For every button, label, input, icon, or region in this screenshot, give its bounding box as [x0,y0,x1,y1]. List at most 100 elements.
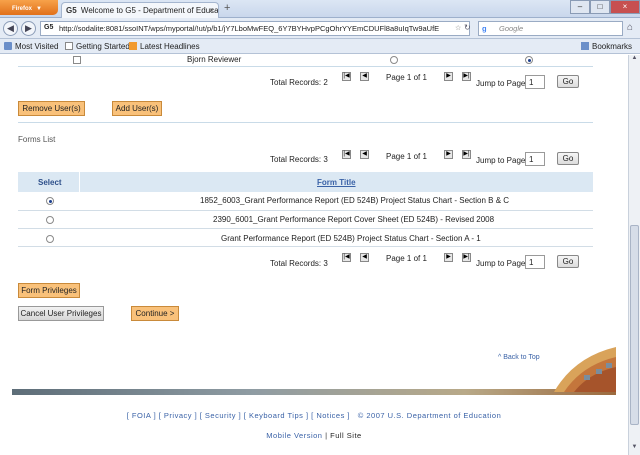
back-to-top-link[interactable]: ^ Back to Top [498,354,540,361]
back-icon[interactable]: ◀ [3,21,18,36]
search-placeholder: Google [499,24,524,33]
google-icon: g [482,24,487,33]
bookmarks-toolbar: Most Visited Getting Started Latest Head… [0,39,640,54]
next-page-icon[interactable]: ▶ [444,253,453,262]
row-divider [18,228,593,229]
new-tab-icon[interactable]: + [224,2,230,14]
forms-bottom-jump-input[interactable]: 1 [525,255,545,269]
user-option-radio-selected[interactable] [525,56,533,64]
form-select-radio[interactable] [46,197,54,205]
bookmark-getting-started[interactable]: Getting Started [65,42,130,51]
browser-titlebar: Firefox ▼ G5 Welcome to G5 - Department o… [0,0,640,18]
forms-page-info: Page 1 of 1 [386,152,427,161]
form-select-radio[interactable] [46,235,54,243]
users-jump-input[interactable]: 1 [525,75,545,89]
next-page-icon[interactable]: ▶ [444,72,453,81]
form-select-radio[interactable] [46,216,54,224]
folder-icon [4,42,12,50]
form-title: 1852_6003_Grant Performance Report (ED 5… [200,196,510,205]
forms-bottom-total-records: Total Records: 3 [270,259,328,268]
home-icon[interactable]: ⌂ [627,22,633,33]
scroll-thumb[interactable] [630,225,639,425]
first-page-icon[interactable]: |◀ [342,72,351,81]
scroll-up-icon[interactable]: ▲ [629,55,640,66]
last-page-icon[interactable]: ▶| [462,72,471,81]
divider [18,66,593,67]
separator: | [325,431,328,440]
forms-bottom-go-button[interactable]: Go [557,255,579,268]
rss-feed-icon [129,42,137,50]
users-page-info: Page 1 of 1 [386,73,427,82]
site-version-links: Mobile Version | Full Site [0,431,628,440]
next-page-icon[interactable]: ▶ [444,150,453,159]
row-divider [18,210,593,211]
g5-favicon-icon: G5 [66,6,77,15]
foia-link[interactable]: FOIA [132,411,151,420]
forms-table-header: Select Form Title [18,172,593,192]
bookmarks-icon [581,42,589,50]
keyboard-tips-link[interactable]: Keyboard Tips [249,411,303,420]
bookmarks-menu-label: Bookmarks [592,42,633,51]
users-total-records: Total Records: 2 [270,78,328,87]
add-users-button[interactable]: Add User(s) [112,101,162,116]
page-content: Bjorn Reviewer Total Records: 2 |◀ ◀ Pag… [0,55,628,455]
close-tab-icon[interactable]: × [209,6,214,15]
row-divider [18,246,593,247]
dropdown-arrow-icon: ▼ [36,6,42,12]
form-title-column-header[interactable]: Form Title [317,178,356,187]
scroll-down-icon[interactable]: ▼ [629,444,640,455]
close-window-icon[interactable]: × [610,0,640,14]
forward-icon[interactable]: ▶ [21,21,36,36]
prev-page-icon[interactable]: ◀ [360,253,369,262]
address-bar[interactable]: G5 http://sodalite:8081/ssoINT/wps/mypor… [40,21,470,36]
bookmark-most-visited[interactable]: Most Visited [4,42,58,51]
browser-tab[interactable]: G5 Welcome to G5 - Department of Educati… [61,2,219,18]
security-link[interactable]: Security [205,411,236,420]
mobile-version-link[interactable]: Mobile Version [266,431,322,440]
divider [18,122,593,123]
continue-button[interactable]: Continue > [131,306,179,321]
maximize-icon[interactable]: □ [590,0,610,14]
url-text: http://sodalite:8081/ssoINT/wps/myportal… [59,24,440,33]
form-title: Grant Performance Report (ED 524B) Proje… [221,234,481,243]
last-page-icon[interactable]: ▶| [462,150,471,159]
star-icon[interactable]: ☆ [455,24,461,32]
form-title: 2390_6001_Grant Performance Report Cover… [213,215,495,224]
form-privileges-button[interactable]: Form Privileges [18,283,80,298]
forms-total-records: Total Records: 3 [270,155,328,164]
privacy-link[interactable]: Privacy [164,411,192,420]
forms-list-heading: Forms List [18,135,56,144]
reload-icon[interactable]: ↻ [464,23,471,32]
minimize-icon[interactable]: – [570,0,590,14]
user-option-radio[interactable] [390,56,398,64]
cancel-user-privileges-button[interactable]: Cancel User Privileges [18,306,104,321]
forms-bottom-jump-label: Jump to Page [476,259,526,268]
select-column-header: Select [38,178,62,187]
footer-banner-strip [12,389,616,395]
user-select-checkbox[interactable] [73,56,81,64]
first-page-icon[interactable]: |◀ [342,150,351,159]
window-controls: – □ × [570,0,640,14]
last-page-icon[interactable]: ▶| [462,253,471,262]
bookmark-latest-headlines[interactable]: Latest Headlines [129,42,200,51]
firefox-menu-button[interactable]: Firefox ▼ [0,0,58,15]
notices-link[interactable]: Notices [316,411,345,420]
first-page-icon[interactable]: |◀ [342,253,351,262]
full-site-link[interactable]: Full Site [330,431,362,440]
remove-users-button[interactable]: Remove User(s) [18,101,85,116]
bookmark-label: Most Visited [15,42,59,51]
decorative-building-image [544,347,616,392]
bookmarks-menu[interactable]: Bookmarks [581,42,632,51]
prev-page-icon[interactable]: ◀ [360,150,369,159]
users-jump-label: Jump to Page [476,79,526,88]
navigation-bar: ◀ ▶ G5 http://sodalite:8081/ssoINT/wps/m… [0,18,640,39]
forms-go-button[interactable]: Go [557,152,579,165]
forms-jump-input[interactable]: 1 [525,152,545,166]
users-go-button[interactable]: Go [557,75,579,88]
prev-page-icon[interactable]: ◀ [360,72,369,81]
vertical-scrollbar[interactable]: ▲ ▼ [628,55,640,455]
bookmark-label: Getting Started [76,42,130,51]
search-box[interactable]: g Google [478,21,623,36]
copyright-text: © 2007 U.S. Department of Education [357,411,502,420]
footer-links: [ FOIA ] [ Privacy ] [ Security ] [ Keyb… [126,411,502,420]
